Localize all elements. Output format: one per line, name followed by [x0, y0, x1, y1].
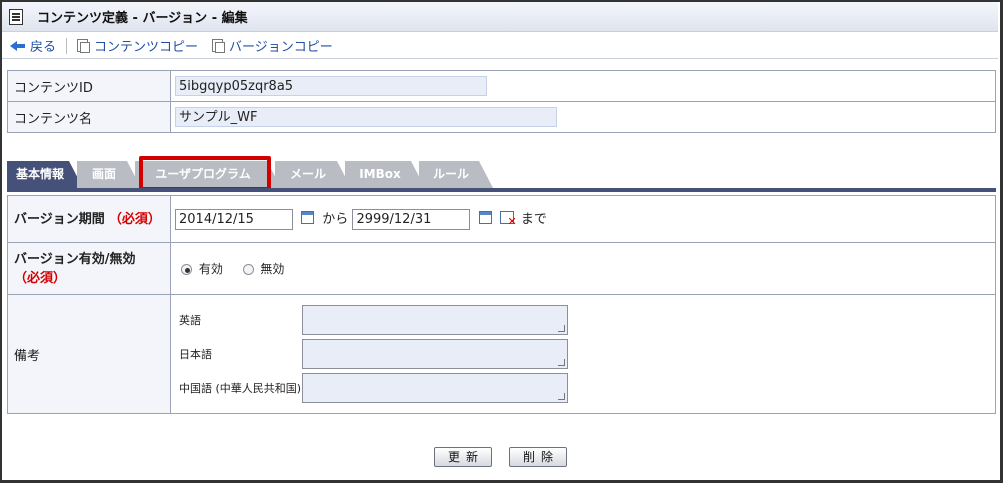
notes-row: 備考 英語 日本語 中国語 (中華人民共和国): [7, 294, 996, 414]
version-enabled-row: バージョン有効/無効 （必須） 有効 無効: [7, 242, 996, 295]
version-form-table: バージョン期間 （必須） 2014/12/15 から 2999/12/31 まで…: [7, 195, 996, 414]
notes-en-line: 英語: [179, 305, 991, 335]
version-enabled-cell: 有効 無効: [170, 242, 996, 295]
content-name-label: コンテンツ名: [7, 101, 171, 133]
copy-icon: [212, 39, 226, 53]
copy-icon: [77, 39, 91, 53]
from-text: から: [322, 212, 349, 227]
version-period-row: バージョン期間 （必須） 2014/12/15 から 2999/12/31 まで: [7, 195, 996, 243]
content-name-value: サンプル_WF: [175, 107, 557, 127]
clear-date-icon[interactable]: [499, 211, 517, 228]
page-title: コンテンツ定義 - バージョン - 編集: [37, 11, 248, 26]
toolbar: 戻る コンテンツコピー バージョンコピー: [2, 33, 998, 59]
calendar-icon[interactable]: [301, 211, 315, 224]
tab-user-program[interactable]: ユーザプログラム: [135, 161, 281, 188]
tab-baseline: [7, 188, 996, 192]
calendar-icon[interactable]: [478, 211, 492, 224]
version-copy-label: バージョンコピー: [229, 40, 333, 55]
document-icon: [9, 8, 23, 25]
title-bar: コンテンツ定義 - バージョン - 編集: [2, 2, 998, 32]
content-id-label: コンテンツID: [7, 70, 171, 102]
enabled-label: 有効: [198, 262, 223, 276]
lang-ja-label: 日本語: [179, 348, 212, 361]
version-period-cell: 2014/12/15 から 2999/12/31 まで: [170, 195, 996, 243]
required-mark: （必須）: [14, 270, 67, 286]
toolbar-divider: [66, 37, 68, 54]
start-date-input[interactable]: 2014/12/15: [175, 209, 293, 230]
notes-ja-textarea[interactable]: [302, 339, 568, 369]
notes-zh-textarea[interactable]: [302, 373, 568, 403]
version-copy-button[interactable]: バージョンコピー: [212, 36, 333, 55]
content-info-table: コンテンツID 5ibgqyp05zqr8a5 コンテンツ名 サンプル_WF: [7, 70, 996, 133]
enabled-radio[interactable]: [181, 264, 192, 275]
version-enabled-label: バージョン有効/無効: [14, 251, 136, 267]
version-period-label: バージョン期間: [14, 211, 105, 227]
lang-en-label: 英語: [179, 314, 201, 327]
content-copy-label: コンテンツコピー: [94, 40, 199, 55]
disabled-radio[interactable]: [242, 264, 254, 275]
notes-label: 備考: [7, 294, 171, 414]
content-id-value: 5ibgqyp05zqr8a5: [175, 76, 487, 96]
version-period-label-cell: バージョン期間 （必須）: [7, 195, 171, 243]
back-button[interactable]: 戻る: [2, 36, 56, 55]
content-copy-button[interactable]: コンテンツコピー: [77, 36, 198, 55]
content-name-cell: サンプル_WF: [170, 101, 996, 133]
notes-ja-line: 日本語: [179, 339, 991, 369]
version-enabled-label-cell: バージョン有効/無効 （必須）: [7, 242, 171, 295]
update-button[interactable]: 更新: [434, 447, 492, 467]
content-id-cell: 5ibgqyp05zqr8a5: [170, 70, 996, 102]
until-text: まで: [520, 212, 547, 227]
disabled-label: 無効: [260, 262, 285, 276]
notes-zh-line: 中国語 (中華人民共和国): [179, 373, 991, 403]
back-label: 戻る: [30, 40, 57, 55]
content-name-row: コンテンツ名 サンプル_WF: [7, 101, 996, 133]
back-arrow-icon: [10, 40, 26, 52]
delete-button[interactable]: 削除: [509, 447, 567, 467]
tab-imbox[interactable]: IMBox: [345, 161, 425, 188]
required-mark: （必須）: [108, 211, 161, 227]
notes-en-textarea[interactable]: [302, 305, 568, 335]
end-date-input[interactable]: 2999/12/31: [352, 209, 471, 230]
notes-cell: 英語 日本語 中国語 (中華人民共和国): [170, 294, 996, 414]
content-id-row: コンテンツID 5ibgqyp05zqr8a5: [7, 70, 996, 102]
lang-zh-label: 中国語 (中華人民共和国): [179, 382, 302, 395]
